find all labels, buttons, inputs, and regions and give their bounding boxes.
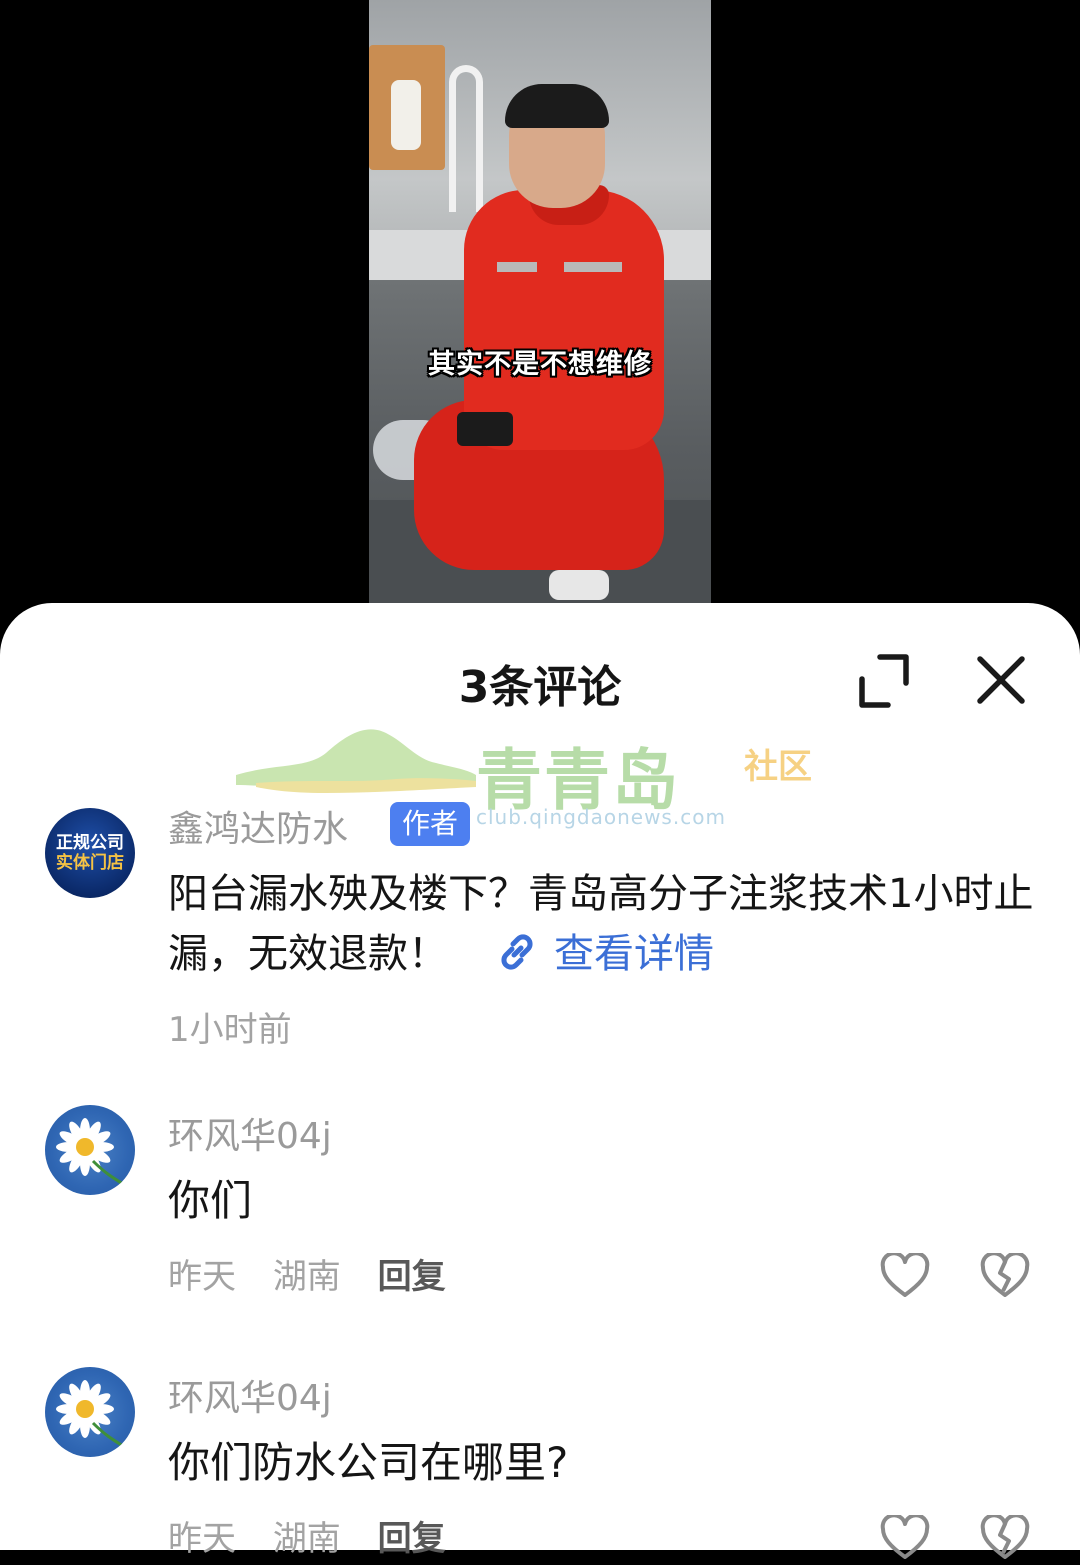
like-button[interactable]: [880, 1513, 930, 1561]
comment-time: 1小时前: [168, 1010, 292, 1050]
view-details-link[interactable]: 查看详情: [554, 931, 714, 977]
reply-button[interactable]: 回复: [378, 1257, 446, 1297]
heart-icon: [880, 1513, 930, 1559]
avatar[interactable]: [45, 1105, 135, 1195]
comment-author[interactable]: 鑫鸿达防水: [168, 800, 348, 852]
heart-icon: [880, 1251, 930, 1297]
video-person-shoe: [549, 570, 609, 600]
comment-author[interactable]: 环风华04j: [168, 1369, 332, 1421]
expand-button[interactable]: [852, 649, 916, 713]
avatar-text: 正规公司: [56, 833, 124, 853]
comment-meta: 1小时前: [168, 1002, 318, 1051]
broken-heart-icon: [980, 1513, 1030, 1559]
comment-author[interactable]: 环风华04j: [168, 1107, 332, 1159]
dislike-button[interactable]: [980, 1513, 1030, 1561]
video-frame: [369, 0, 711, 640]
video-person-body: [464, 190, 664, 450]
video-scene-cloth: [391, 80, 421, 150]
close-button[interactable]: [968, 649, 1034, 713]
avatar[interactable]: 正规公司 实体门店: [45, 808, 135, 898]
like-button[interactable]: [880, 1251, 930, 1299]
comment-text: 阳台漏水殃及楼下？青岛高分子注浆技术1小时止漏，无效退款！ 查看详情: [168, 864, 1048, 984]
daisy-avatar-icon: [56, 1118, 126, 1187]
video-person-hair: [505, 84, 609, 128]
comment-item: 正规公司 实体门店 鑫鸿达防水 作者 阳台漏水殃及楼下？青岛高分子注浆技术1小时…: [0, 798, 1080, 1058]
expand-icon: [859, 654, 909, 708]
video-player[interactable]: 其实不是不想维修: [0, 0, 1080, 640]
comment-location: 湖南: [272, 1257, 341, 1297]
link-icon: [501, 934, 533, 970]
broken-heart-icon: [980, 1251, 1030, 1297]
reply-button[interactable]: 回复: [378, 1519, 446, 1559]
daisy-avatar-icon: [56, 1380, 126, 1449]
video-person-reflective-stripe: [497, 262, 537, 272]
comments-title: 3条评论: [458, 662, 622, 713]
video-subtitle: 其实不是不想维修: [428, 349, 652, 380]
video-person-reflective-stripe: [564, 262, 622, 272]
comments-sheet: 3条评论 青青岛 社区 club.qingdaonews.com 正规公司 实体…: [0, 603, 1080, 1559]
comment-time: 昨天: [168, 1257, 236, 1297]
avatar-text: 实体门店: [56, 853, 124, 873]
comment-meta: 昨天 湖南 回复: [168, 1249, 472, 1298]
author-badge: 作者: [390, 802, 471, 846]
avatar[interactable]: [45, 1367, 135, 1457]
comment-location: 湖南: [272, 1519, 341, 1559]
video-scene-device: [457, 412, 513, 446]
close-icon: [977, 656, 1025, 704]
watermark-suffix: 社区: [744, 747, 812, 787]
comment-meta: 昨天 湖南 回复: [168, 1511, 472, 1560]
comment-text: 你们防水公司在哪里?: [168, 1438, 569, 1487]
dislike-button[interactable]: [980, 1251, 1030, 1299]
comment-item: 环风华04j 你们 昨天 湖南 回复: [0, 1103, 1080, 1303]
comment-time: 昨天: [168, 1519, 236, 1559]
video-scene-faucet: [449, 65, 483, 212]
comment-text: 你们: [168, 1176, 253, 1225]
watermark-mountain-logo: [236, 729, 476, 793]
comment-item: 环风华04j 你们防水公司在哪里? 昨天 湖南 回复: [0, 1365, 1080, 1559]
